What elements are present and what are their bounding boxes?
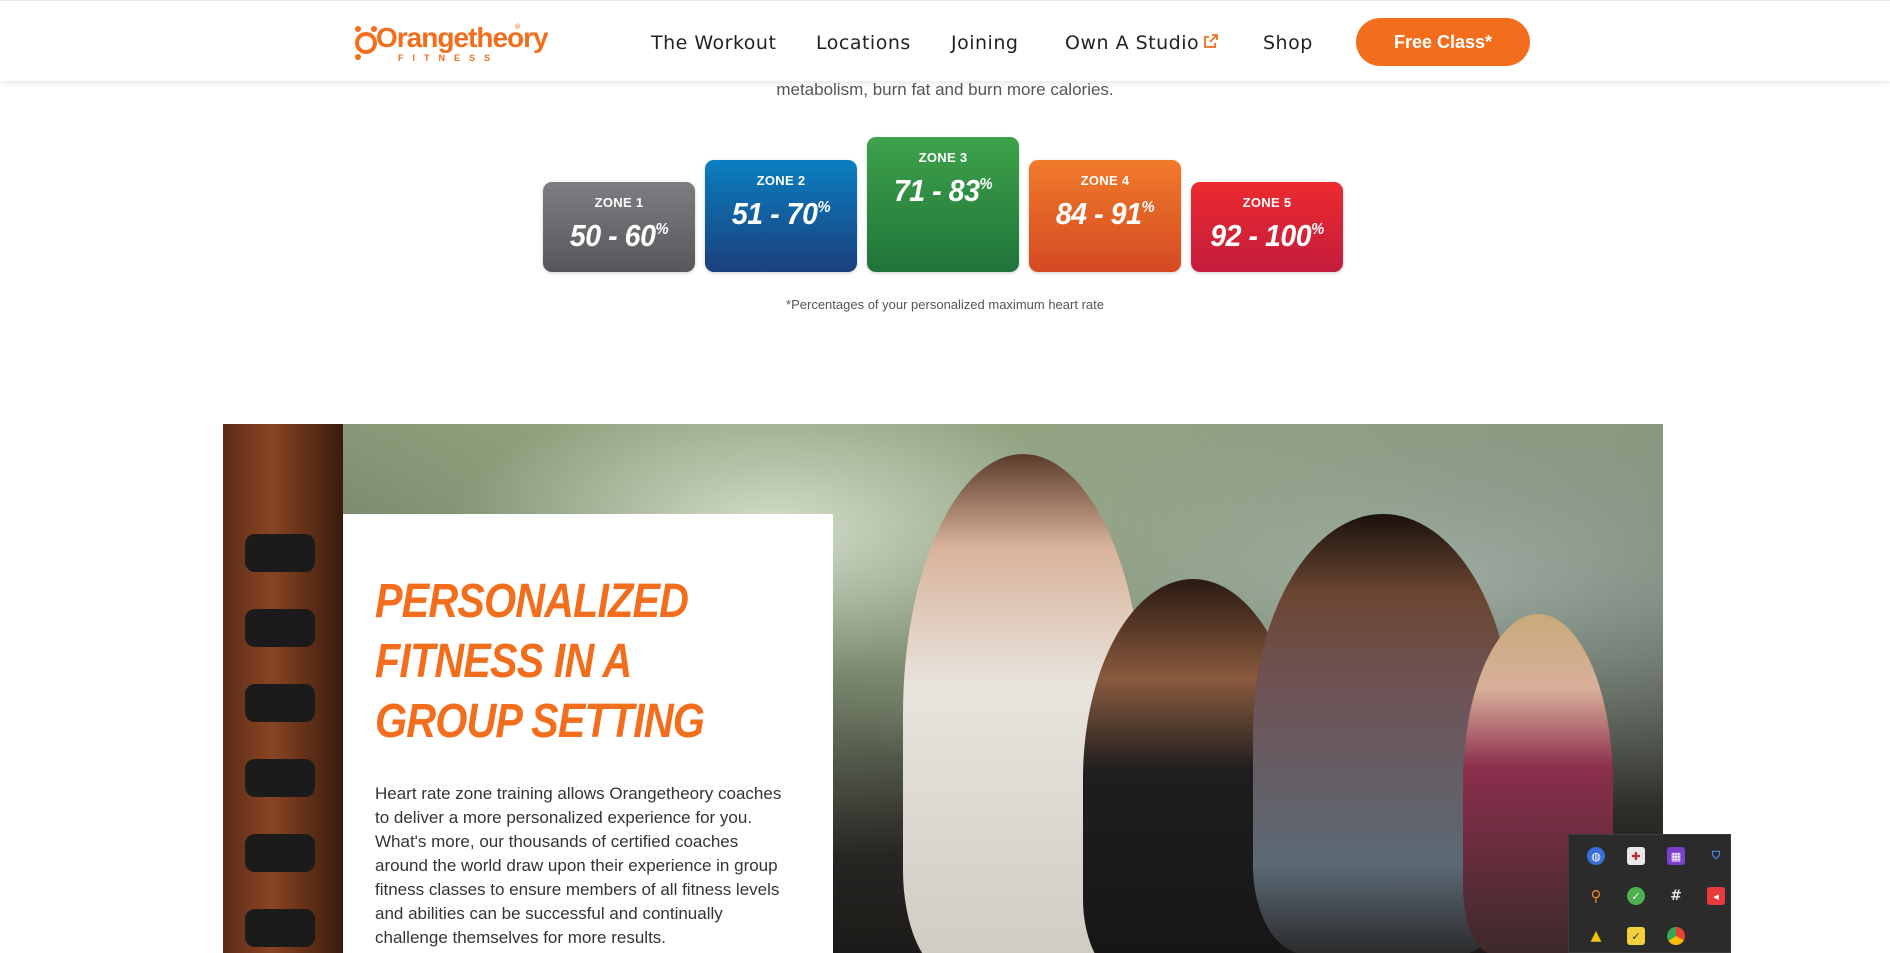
zone-3-card: ZONE 3 71 - 83% (867, 137, 1019, 272)
logo-wordmark: Orangetheory (376, 22, 549, 53)
zone-4-card: ZONE 4 84 - 91% (1029, 160, 1181, 272)
orangetheory-logo[interactable]: Orangetheory ® FITNESS (354, 19, 549, 65)
feature-title: PERSONALIZED FITNESS IN A GROUP SETTING (375, 575, 705, 748)
chrome-icon[interactable] (1667, 927, 1685, 945)
dumbbell (245, 609, 315, 647)
zone-range: 50 - 60% (569, 218, 669, 253)
media-icon[interactable]: ◂ (1707, 887, 1725, 905)
feature-body: Heart rate zone training allows Orangeth… (375, 784, 782, 947)
dumbbell (245, 834, 315, 872)
logo-registered: ® (514, 23, 521, 31)
zone-label: ZONE 1 (594, 195, 644, 210)
nav-own-a-studio[interactable]: Own A Studio (1065, 31, 1199, 55)
dumbbell-rack (223, 424, 343, 953)
dumbbell (245, 534, 315, 572)
google-drive-icon[interactable]: ▲ (1587, 927, 1605, 945)
zone-1-card: ZONE 1 50 - 60% (543, 182, 695, 272)
security-check-icon[interactable]: ✓ (1627, 887, 1645, 905)
external-link-icon (1204, 34, 1218, 48)
dumbbell (245, 759, 315, 797)
app-grid-icon[interactable]: ▦ (1667, 847, 1685, 865)
free-class-button[interactable]: Free Class* (1356, 18, 1530, 66)
red-cross-shield-icon[interactable]: ✚ (1627, 847, 1645, 865)
nav-shop[interactable]: Shop (1263, 31, 1313, 55)
vpn-shield-icon[interactable]: ◍ (1587, 847, 1605, 865)
system-tray-popup: ◍ ✚ ▦ ⛉ ⚲ ✓ # ◂ ▲ ✓ (1568, 834, 1731, 953)
sticky-note-icon[interactable]: ✓ (1627, 927, 1645, 945)
zone-label: ZONE 4 (1080, 173, 1130, 188)
zone-2-card: ZONE 2 51 - 70% (705, 160, 857, 272)
nav-the-workout[interactable]: The Workout (651, 31, 776, 55)
defender-shield-icon[interactable]: ⛉ (1707, 847, 1725, 865)
zone-range: 84 - 91% (1055, 196, 1155, 231)
slack-icon[interactable]: # (1667, 887, 1685, 905)
zone-label: ZONE 3 (918, 150, 968, 165)
zone-range: 92 - 100% (1210, 218, 1324, 253)
zone-5-card: ZONE 5 92 - 100% (1191, 182, 1343, 272)
nav-locations[interactable]: Locations (816, 31, 911, 55)
zone-label: ZONE 5 (1242, 195, 1292, 210)
zone-footnote: *Percentages of your personalized maximu… (786, 297, 1104, 312)
zone-range: 51 - 70% (731, 196, 831, 231)
feature-card: PERSONALIZED FITNESS IN A GROUP SETTING … (343, 514, 833, 953)
intro-text: metabolism, burn fat and burn more calor… (776, 80, 1114, 99)
zone-label: ZONE 2 (756, 173, 806, 188)
zone-range: 71 - 83% (893, 173, 993, 208)
logo-mark-icon (355, 26, 377, 60)
dumbbell (245, 909, 315, 947)
site-header: Orangetheory ® FITNESS The Workout Locat… (0, 0, 1890, 81)
search-magnifier-icon[interactable]: ⚲ (1587, 887, 1605, 905)
dumbbell (245, 684, 315, 722)
logo-subtitle: FITNESS (398, 53, 500, 63)
nav-joining[interactable]: Joining (951, 31, 1018, 55)
